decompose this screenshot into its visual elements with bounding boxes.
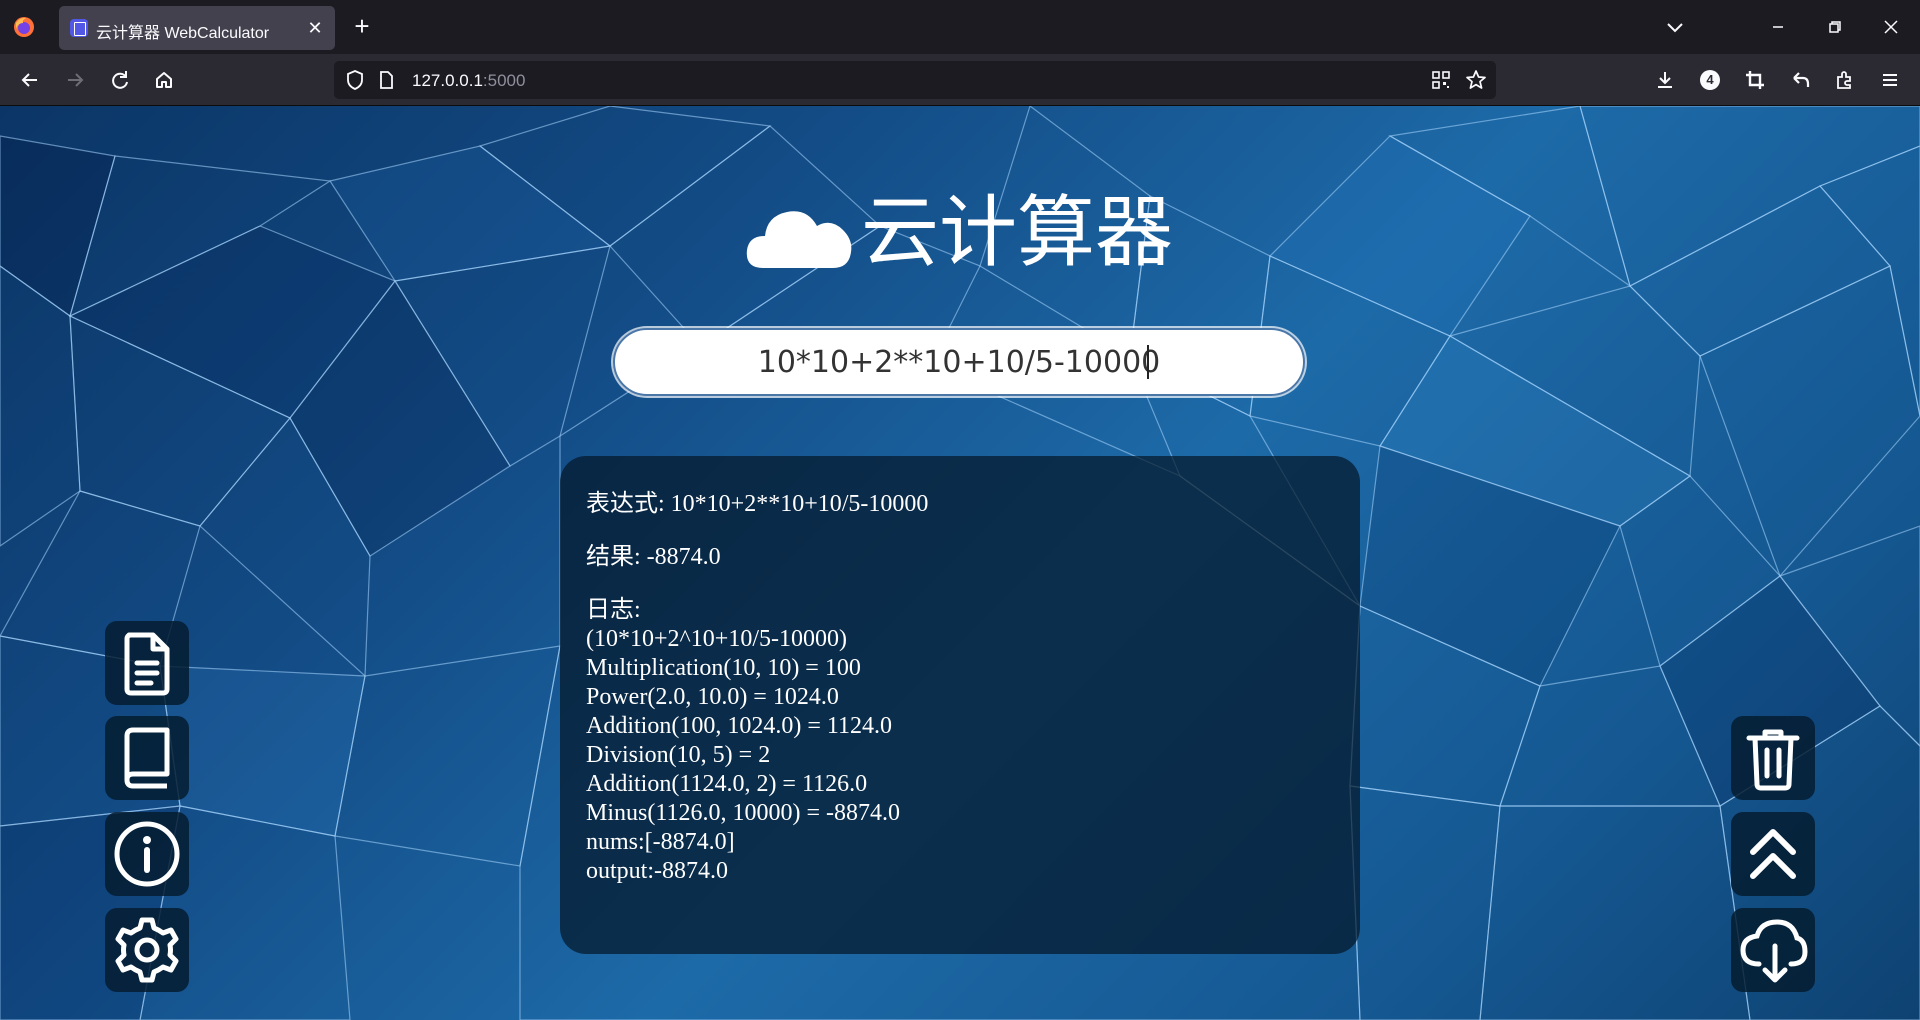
extensions-puzzle-icon[interactable] <box>1830 65 1860 95</box>
calculator-favicon-icon <box>70 19 88 37</box>
text-caret <box>1147 345 1149 379</box>
log-section: 日志: (10*10+2^10+10/5-10000) Multiplicati… <box>586 596 1334 886</box>
home-icon[interactable] <box>149 65 179 95</box>
cloud-icon <box>746 211 852 268</box>
document-icon <box>124 632 170 696</box>
qr-code-icon[interactable] <box>1430 69 1452 91</box>
log-line: output:-8874.0 <box>586 858 728 884</box>
log-label: 日志: <box>586 597 641 623</box>
url-port: :5000 <box>482 71 526 90</box>
url-host: 127.0.0.1 <box>412 71 483 90</box>
log-line: Addition(1124.0, 2) = 1126.0 <box>586 771 868 797</box>
log-line: Addition(100, 1024.0) = 1124.0 <box>586 713 892 739</box>
tab-close-button[interactable]: ✕ <box>303 16 327 40</box>
cloud-download-button[interactable] <box>1731 908 1815 992</box>
log-line: (10*10+2^10+10/5-10000) <box>586 626 847 652</box>
result-panel: 表达式: 10*10+2**10+10/5-10000 结果: -8874.0 … <box>560 456 1360 954</box>
shield-icon[interactable] <box>342 67 368 93</box>
settings-button[interactable] <box>105 908 189 992</box>
undo-arrow-icon[interactable] <box>1785 65 1815 95</box>
firefox-logo-icon[interactable] <box>12 15 36 39</box>
book-icon <box>124 727 170 789</box>
clear-button[interactable] <box>1731 716 1815 800</box>
book-button[interactable] <box>105 716 189 800</box>
browser-navbar: 127.0.0.1:5000 4 <box>0 54 1920 106</box>
extension-badge-icon[interactable]: 4 <box>1695 65 1725 95</box>
restore-window-icon[interactable] <box>1820 12 1850 42</box>
crop-screenshot-icon[interactable] <box>1740 65 1770 95</box>
expression-line: 表达式: 10*10+2**10+10/5-10000 <box>586 491 929 517</box>
back-icon[interactable] <box>15 65 45 95</box>
extension-badge-count: 4 <box>1700 70 1720 90</box>
log-line: Minus(1126.0, 10000) = -8874.0 <box>586 800 900 826</box>
result-line: 结果: -8874.0 <box>586 544 721 570</box>
info-icon <box>114 821 180 887</box>
scroll-top-button[interactable] <box>1731 812 1815 896</box>
document-button[interactable] <box>105 621 189 705</box>
log-line: Division(10, 5) = 2 <box>586 742 771 768</box>
bookmark-star-icon[interactable] <box>1464 68 1488 92</box>
list-all-tabs-chevron-icon[interactable] <box>1660 12 1690 42</box>
reload-icon[interactable] <box>105 65 135 95</box>
downloads-icon[interactable] <box>1650 65 1680 95</box>
log-line: Power(2.0, 10.0) = 1024.0 <box>586 684 839 710</box>
log-line: nums:[-8874.0] <box>586 829 735 855</box>
close-window-icon[interactable] <box>1876 12 1906 42</box>
chevrons-up-icon <box>1750 829 1796 879</box>
info-button[interactable] <box>105 812 189 896</box>
menu-hamburger-icon[interactable] <box>1875 65 1905 95</box>
expression-input[interactable] <box>613 328 1305 396</box>
browser-tabbar: 云计算器 WebCalculator ✕ + <box>0 0 1920 54</box>
page-title: 云计算器 <box>861 188 1174 278</box>
trash-icon <box>1746 729 1800 791</box>
page-icon <box>380 71 393 89</box>
url-text[interactable]: 127.0.0.1:5000 <box>412 71 525 91</box>
tab-title: 云计算器 WebCalculator <box>96 25 270 42</box>
page-viewport: 云计算器 表达式: 10*10+2**10+10/5-10000 结果: -88… <box>0 106 1920 1020</box>
log-line: Multiplication(10, 10) = 100 <box>586 655 861 681</box>
new-tab-button[interactable]: + <box>348 12 376 40</box>
minimize-window-icon[interactable] <box>1763 12 1793 42</box>
cloud-download-icon <box>1740 919 1808 983</box>
gear-icon <box>115 917 179 983</box>
forward-icon[interactable] <box>60 65 90 95</box>
active-tab[interactable]: 云计算器 WebCalculator ✕ <box>59 6 335 50</box>
url-bar[interactable]: 127.0.0.1:5000 <box>334 61 1496 99</box>
